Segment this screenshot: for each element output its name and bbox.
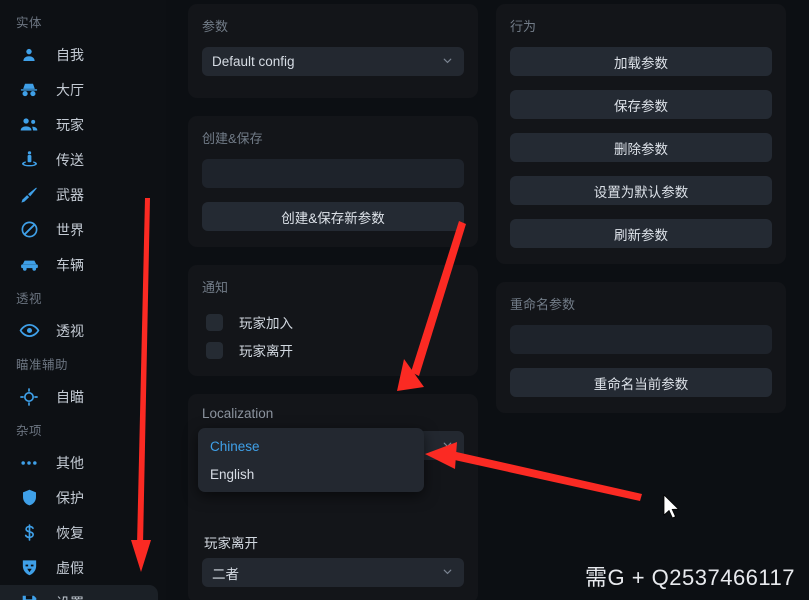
sidebar-group-label-esp: 透视 bbox=[16, 292, 43, 306]
crosshair-icon bbox=[18, 386, 40, 408]
sidebar-item-lobby[interactable]: 大厅 bbox=[0, 72, 166, 107]
create-save-card-title: 创建&保存 bbox=[202, 131, 263, 146]
sidebar-group-label-misc: 杂项 bbox=[16, 424, 43, 438]
params-card: 参数 Default config bbox=[188, 4, 478, 98]
sidebar-item-label: 其他 bbox=[56, 454, 84, 471]
sidebar-item-label: 保护 bbox=[56, 489, 84, 506]
mask-icon bbox=[18, 557, 40, 579]
chevron-down-icon bbox=[441, 438, 454, 454]
checkbox-label: 玩家加入 bbox=[239, 316, 293, 331]
sidebar-item-label: 传送 bbox=[56, 151, 84, 168]
sidebar-item-label: 玩家 bbox=[56, 116, 84, 133]
config-select-value: Default config bbox=[212, 54, 295, 69]
localization-dropdown-menu[interactable]: Chinese English bbox=[198, 428, 424, 492]
dollar-icon bbox=[18, 522, 40, 544]
sidebar-item-aimbot[interactable]: 自瞄 bbox=[0, 379, 166, 414]
set-default-params-button[interactable]: 设置为默认参数 bbox=[510, 176, 772, 205]
sidebar-item-players[interactable]: 玩家 bbox=[0, 107, 166, 142]
mouse-cursor bbox=[663, 494, 680, 519]
dropdown-option-english[interactable]: English bbox=[198, 460, 424, 488]
people-icon bbox=[18, 114, 40, 136]
sidebar-item-esp[interactable]: 透视 bbox=[0, 313, 166, 348]
load-params-button[interactable]: 加载参数 bbox=[510, 47, 772, 76]
sidebar-item-label: 设置 bbox=[56, 593, 84, 600]
chevron-down-icon bbox=[441, 54, 454, 70]
checkbox-row-player-join[interactable]: 玩家加入 bbox=[206, 308, 464, 336]
player-leave-select[interactable]: 二者 bbox=[202, 558, 464, 587]
checkbox-label: 玩家离开 bbox=[239, 344, 293, 359]
save-icon bbox=[18, 592, 40, 600]
refresh-params-button[interactable]: 刷新参数 bbox=[510, 219, 772, 248]
sidebar-item-label: 自瞄 bbox=[56, 388, 84, 405]
sidebar-item-protection[interactable]: 保护 bbox=[0, 480, 166, 515]
delete-params-button[interactable]: 删除参数 bbox=[510, 133, 772, 162]
save-params-button[interactable]: 保存参数 bbox=[510, 90, 772, 119]
person-icon bbox=[18, 44, 40, 66]
notifications-card: 通知 玩家加入 玩家离开 bbox=[188, 265, 478, 376]
car-icon bbox=[18, 254, 40, 276]
watermark-text: 需G + Q2537466117 bbox=[584, 565, 795, 590]
sidebar-item-label: 虚假 bbox=[56, 559, 84, 576]
notifications-card-title: 通知 bbox=[202, 280, 229, 295]
sidebar-item-self[interactable]: 自我 bbox=[0, 37, 166, 72]
player-leave-label: 玩家离开 bbox=[204, 536, 258, 551]
new-config-name-input[interactable] bbox=[202, 159, 464, 188]
params-card-title: 参数 bbox=[202, 19, 229, 34]
localization-card: Localization Chinese 玩家离开 二者 bbox=[188, 394, 478, 600]
sidebar-group-label-entity: 实体 bbox=[16, 16, 43, 30]
sidebar-item-label: 车辆 bbox=[56, 256, 84, 273]
sidebar-group-label-aim: 瞄准辅助 bbox=[16, 358, 69, 372]
dropdown-option-chinese[interactable]: Chinese bbox=[198, 432, 424, 460]
actions-card-title: 行为 bbox=[510, 19, 537, 34]
teleport-icon bbox=[18, 149, 40, 171]
sidebar-item-label: 大厅 bbox=[56, 81, 84, 98]
sidebar-item-vehicles[interactable]: 车辆 bbox=[0, 247, 166, 282]
knife-icon bbox=[18, 184, 40, 206]
config-select[interactable]: Default config bbox=[202, 47, 464, 76]
create-save-card: 创建&保存 创建&保存新参数 bbox=[188, 116, 478, 247]
shield-icon bbox=[18, 487, 40, 509]
rename-input[interactable] bbox=[510, 325, 772, 354]
rename-card-title: 重命名参数 bbox=[510, 297, 576, 312]
rename-card: 重命名参数 重命名当前参数 bbox=[496, 282, 786, 413]
incognito-icon bbox=[18, 79, 40, 101]
sidebar-item-label: 透视 bbox=[56, 322, 84, 339]
actions-card: 行为 加载参数 保存参数 删除参数 设置为默认参数 刷新参数 bbox=[496, 4, 786, 264]
checkbox-player-join[interactable] bbox=[206, 313, 223, 331]
sidebar-item-teleport[interactable]: 传送 bbox=[0, 142, 166, 177]
content-area: 参数 Default config 创建&保存 创建&保存新参数 通知 玩家加入… bbox=[166, 0, 809, 600]
eye-icon bbox=[18, 320, 40, 342]
create-save-button[interactable]: 创建&保存新参数 bbox=[202, 202, 464, 231]
checkbox-player-leave[interactable] bbox=[206, 341, 223, 359]
sidebar-item-other[interactable]: 其他 bbox=[0, 445, 166, 480]
app-window: 实体 自我 大厅 玩家 传送 武器 世界 车辆 透视 透视 瞄准辅助 自瞄 杂项… bbox=[0, 0, 809, 600]
sidebar-item-fake[interactable]: 虚假 bbox=[0, 550, 166, 585]
sidebar: 实体 自我 大厅 玩家 传送 武器 世界 车辆 透视 透视 瞄准辅助 自瞄 杂项… bbox=[0, 0, 166, 600]
globe-icon bbox=[18, 219, 40, 241]
rename-current-button[interactable]: 重命名当前参数 bbox=[510, 368, 772, 397]
sidebar-item-label: 恢复 bbox=[56, 524, 84, 541]
sidebar-item-label: 世界 bbox=[56, 221, 84, 238]
localization-card-title: Localization bbox=[202, 406, 274, 421]
sidebar-item-settings[interactable]: 设置 bbox=[0, 585, 158, 600]
right-column: 行为 加载参数 保存参数 删除参数 设置为默认参数 刷新参数 重命名参数 重命名… bbox=[496, 4, 786, 600]
dots-icon bbox=[18, 452, 40, 474]
sidebar-item-world[interactable]: 世界 bbox=[0, 212, 166, 247]
checkbox-row-player-leave[interactable]: 玩家离开 bbox=[206, 336, 464, 364]
middle-column: 参数 Default config 创建&保存 创建&保存新参数 通知 玩家加入… bbox=[188, 4, 478, 600]
sidebar-item-recovery[interactable]: 恢复 bbox=[0, 515, 166, 550]
sidebar-item-weapons[interactable]: 武器 bbox=[0, 177, 166, 212]
sidebar-item-label: 自我 bbox=[56, 46, 84, 63]
sidebar-item-label: 武器 bbox=[56, 186, 84, 203]
player-leave-select-value: 二者 bbox=[212, 566, 239, 582]
chevron-down-icon bbox=[441, 565, 454, 581]
